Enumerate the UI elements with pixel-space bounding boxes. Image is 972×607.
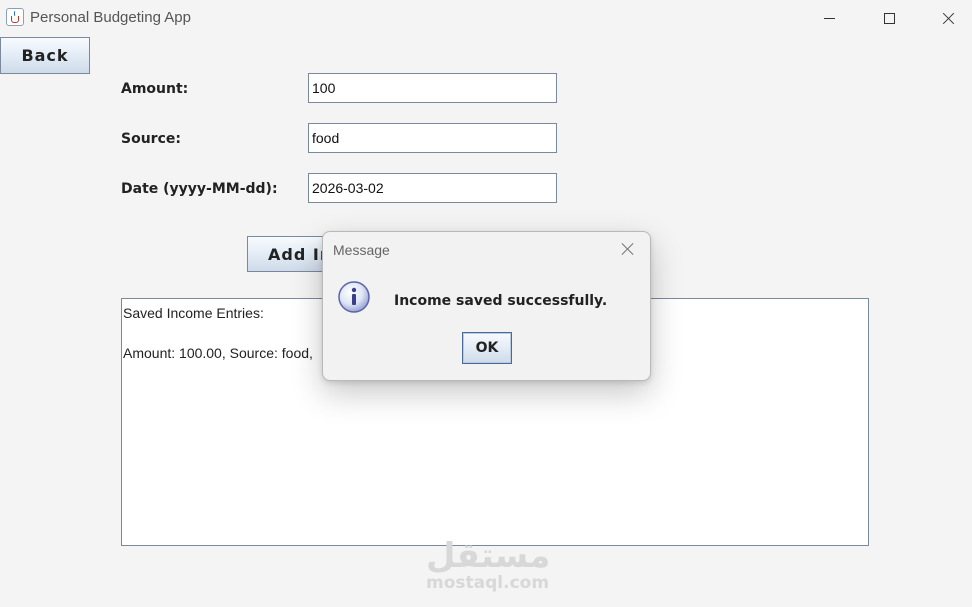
watermark-logo: مستقل mostaql.com xyxy=(426,536,551,593)
close-window-button[interactable] xyxy=(925,4,971,32)
dialog-title: Message xyxy=(333,242,390,258)
amount-field[interactable]: 100 xyxy=(308,73,557,103)
date-label: Date (yyyy-MM-dd): xyxy=(121,181,278,197)
ok-button[interactable]: OK xyxy=(462,332,512,364)
message-dialog: Message Income saved successfully. OK xyxy=(322,231,651,381)
dialog-message: Income saved successfully. xyxy=(394,293,608,309)
date-field[interactable]: 2026-03-02 xyxy=(308,173,557,203)
back-button[interactable]: Back xyxy=(0,37,90,74)
window-title: Personal Budgeting App xyxy=(30,9,191,26)
watermark-arabic: مستقل xyxy=(426,536,551,576)
maximize-button[interactable] xyxy=(866,4,912,32)
maximize-icon xyxy=(883,12,895,24)
dialog-close-icon[interactable] xyxy=(621,242,635,256)
title-bar: Personal Budgeting App xyxy=(0,0,972,36)
close-icon xyxy=(942,12,955,25)
java-cup-icon xyxy=(6,8,24,26)
minimize-icon xyxy=(823,17,835,19)
amount-label: Amount: xyxy=(121,81,189,97)
source-label: Source: xyxy=(121,131,181,147)
minimize-button[interactable] xyxy=(806,4,852,32)
watermark-latin: mostaql.com xyxy=(426,573,550,593)
source-field[interactable]: food xyxy=(308,123,557,153)
info-icon xyxy=(338,281,370,313)
